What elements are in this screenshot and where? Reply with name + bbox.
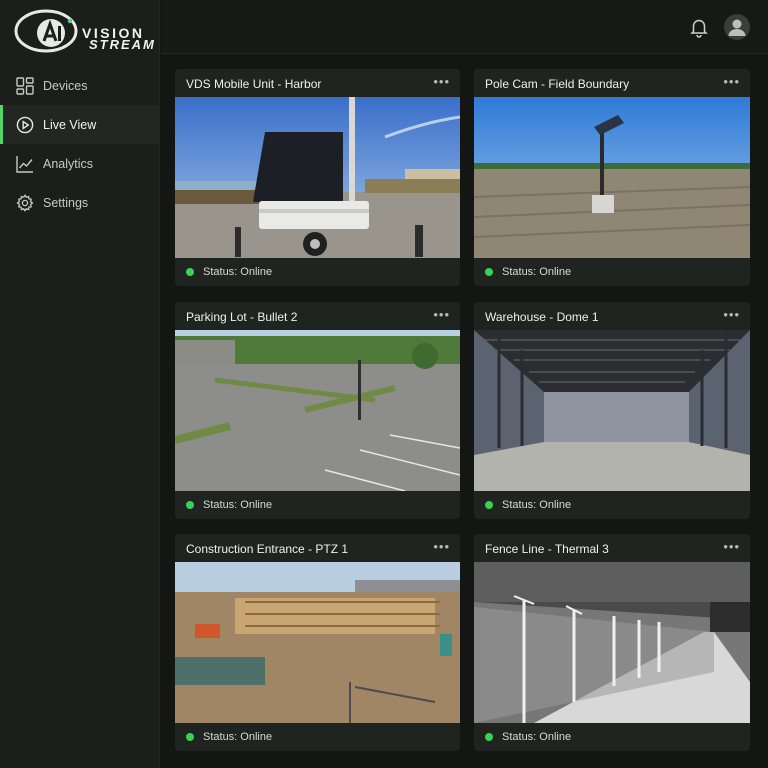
status-dot (485, 268, 493, 276)
camera-feed[interactable] (175, 97, 460, 258)
brand-line-2: STREAM (89, 37, 156, 52)
status-indicator: Status: Online (485, 499, 571, 511)
camera-title: Construction Entrance - PTZ 1 (186, 542, 349, 556)
status-dot (186, 268, 194, 276)
sidebar: VISION STREAM Devices Live View Analytic… (0, 0, 160, 768)
status-text: Status: Online (502, 266, 572, 278)
camera-card[interactable]: VDS Mobile Unit - Harbor ••• Status: Onl… (175, 69, 460, 286)
more-options-icon[interactable]: ••• (723, 74, 740, 89)
camera-feed[interactable] (474, 330, 750, 491)
sidebar-item-label: Settings (43, 195, 89, 210)
camera-title: Pole Cam - Field Boundary (485, 77, 630, 91)
more-options-icon[interactable]: ••• (433, 539, 450, 554)
grid-icon (16, 76, 34, 95)
bell-icon[interactable] (688, 16, 710, 38)
status-dot (186, 733, 194, 741)
more-options-icon[interactable]: ••• (723, 307, 740, 322)
more-options-icon[interactable]: ••• (433, 74, 450, 89)
status-text: Status: Online (203, 731, 273, 743)
sidebar-item-label: Devices (43, 78, 88, 93)
camera-title: Fence Line - Thermal 3 (485, 542, 609, 556)
camera-title: Parking Lot - Bullet 2 (186, 310, 298, 324)
more-options-icon[interactable]: ••• (433, 307, 450, 322)
user-avatar-icon[interactable] (724, 14, 750, 40)
status-dot (485, 501, 493, 509)
sidebar-item-devices[interactable]: Devices (0, 66, 160, 105)
camera-title: VDS Mobile Unit - Harbor (186, 77, 322, 91)
status-indicator: Status: Online (485, 731, 571, 743)
status-text: Status: Online (203, 266, 273, 278)
status-indicator: Status: Online (186, 266, 272, 278)
camera-feed[interactable] (474, 97, 750, 258)
camera-feed[interactable] (474, 562, 750, 723)
status-indicator: Status: Online (186, 731, 272, 743)
play-circle-icon (16, 116, 34, 134)
status-text: Status: Online (502, 499, 572, 511)
top-bar (161, 0, 768, 54)
sidebar-nav: Devices Live View Analytics Settings (0, 66, 160, 222)
camera-card[interactable]: Construction Entrance - PTZ 1 ••• Status… (175, 534, 460, 751)
status-dot (485, 733, 493, 741)
status-dot (186, 501, 194, 509)
sidebar-item-settings[interactable]: Settings (0, 183, 160, 222)
sidebar-item-analytics[interactable]: Analytics (0, 144, 160, 183)
more-options-icon[interactable]: ••• (723, 539, 740, 554)
camera-feed[interactable] (175, 562, 460, 723)
status-text: Status: Online (502, 731, 572, 743)
camera-card[interactable]: Warehouse - Dome 1 ••• Status: Online (474, 302, 750, 519)
sidebar-item-label: Analytics (43, 156, 94, 171)
camera-card[interactable]: Fence Line - Thermal 3 ••• Status: Onlin… (474, 534, 750, 751)
camera-title: Warehouse - Dome 1 (485, 310, 599, 324)
brand-logo[interactable]: VISION STREAM (14, 8, 154, 54)
camera-card[interactable]: Pole Cam - Field Boundary ••• Status: On… (474, 69, 750, 286)
camera-feed[interactable] (175, 330, 460, 491)
status-indicator: Status: Online (485, 266, 571, 278)
sidebar-item-live-view[interactable]: Live View (0, 105, 160, 144)
status-text: Status: Online (203, 499, 273, 511)
sidebar-item-label: Live View (43, 117, 97, 132)
status-indicator: Status: Online (186, 499, 272, 511)
trend-line-icon (16, 155, 34, 173)
gear-icon (16, 193, 34, 212)
camera-card[interactable]: Parking Lot - Bullet 2 ••• Status: Onlin… (175, 302, 460, 519)
